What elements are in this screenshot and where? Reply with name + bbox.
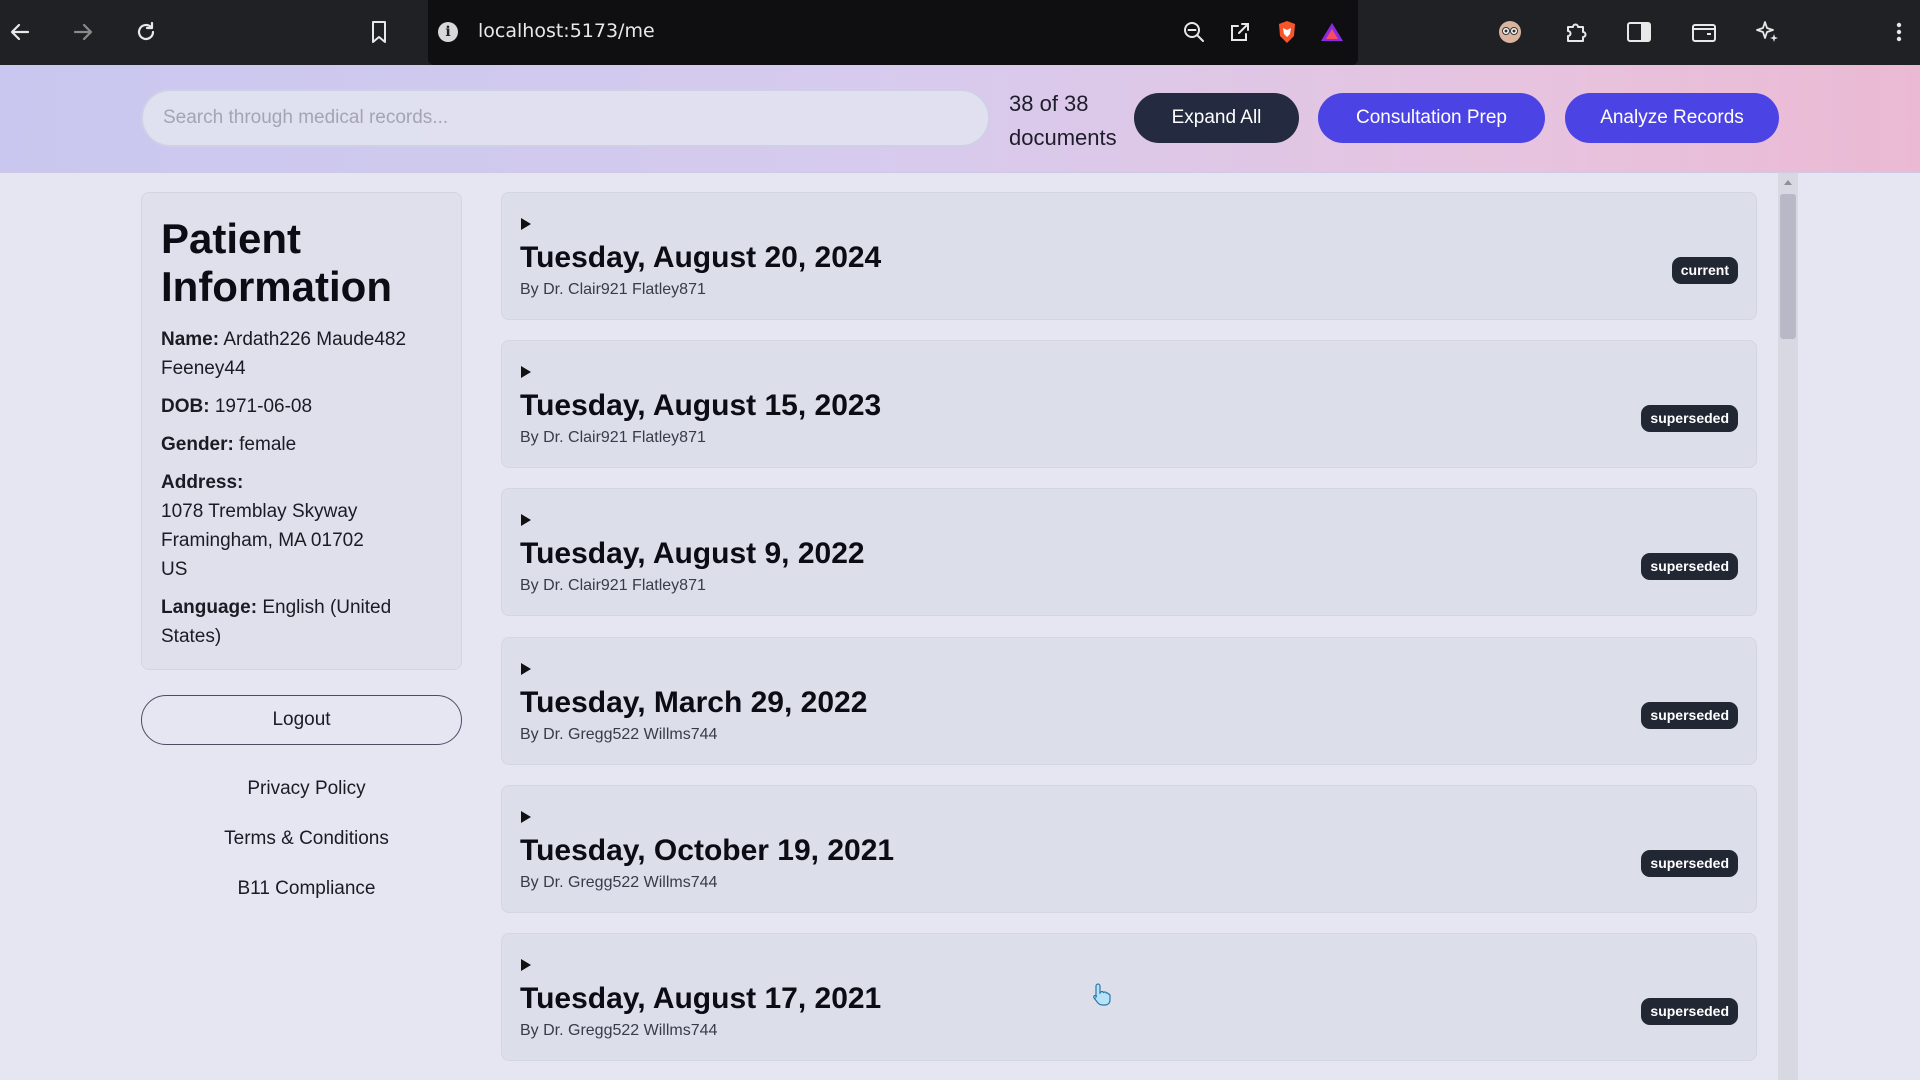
kebab-menu-icon[interactable] [1880, 13, 1918, 51]
wallet-icon[interactable] [1685, 13, 1723, 51]
record-author: By Dr. Gregg522 Willms744 [520, 726, 718, 743]
record-card[interactable]: Tuesday, August 15, 2023 By Dr. Clair921… [501, 340, 1757, 468]
dob-label: DOB: [161, 396, 210, 417]
record-author: By Dr. Clair921 Flatley871 [520, 429, 706, 446]
privacy-policy-link[interactable]: Privacy Policy [141, 778, 472, 800]
patient-gender: Gender: female [161, 430, 442, 459]
record-author: By Dr. Clair921 Flatley871 [520, 281, 706, 298]
back-arrow-icon[interactable] [0, 12, 40, 52]
leo-ai-icon[interactable] [1748, 13, 1786, 51]
patient-dob: DOB: 1971-06-08 [161, 392, 442, 421]
status-badge: superseded [1641, 702, 1738, 729]
record-date: Tuesday, August 15, 2023 [520, 389, 882, 422]
records-list: Tuesday, August 20, 2024 By Dr. Clair921… [501, 192, 1757, 1080]
expand-triangle-icon[interactable] [519, 217, 533, 231]
zoom-out-icon[interactable] [1175, 13, 1213, 51]
extension-avatar-icon[interactable] [1491, 13, 1529, 51]
address-line-2: Framingham, MA 01702 [161, 530, 364, 551]
consultation-prep-button[interactable]: Consultation Prep [1318, 93, 1545, 143]
expand-triangle-icon[interactable] [519, 662, 533, 676]
record-author: By Dr. Gregg522 Willms744 [520, 1022, 718, 1039]
language-label: Language: [161, 597, 258, 618]
expand-triangle-icon[interactable] [519, 958, 533, 972]
record-date: Tuesday, October 19, 2021 [520, 834, 895, 867]
name-label: Name: [161, 329, 220, 350]
share-icon[interactable] [1221, 13, 1259, 51]
logout-button[interactable]: Logout [141, 695, 462, 745]
browser-toolbar: i localhost:5173/me [0, 0, 1920, 65]
status-badge: superseded [1641, 405, 1738, 432]
record-date: Tuesday, March 29, 2022 [520, 686, 868, 719]
reload-icon[interactable] [126, 12, 166, 52]
status-badge: superseded [1641, 850, 1738, 877]
address-line-1: 1078 Tremblay Skyway [161, 501, 358, 522]
patient-name: Name: Ardath226 Maude482 Feeney44 [161, 325, 442, 383]
record-card[interactable]: Tuesday, August 20, 2024 By Dr. Clair921… [501, 192, 1757, 320]
record-date: Tuesday, August 9, 2022 [520, 537, 865, 570]
patient-address: Address: 1078 Tremblay Skyway Framingham… [161, 468, 442, 584]
record-author: By Dr. Gregg522 Willms744 [520, 874, 718, 891]
patient-info-title: Patient Information [161, 215, 392, 310]
expand-triangle-icon[interactable] [519, 810, 533, 824]
status-badge: current [1671, 257, 1738, 284]
record-card[interactable]: Tuesday, August 17, 2021 By Dr. Gregg522… [501, 933, 1757, 1061]
status-badge: superseded [1641, 998, 1738, 1025]
sidebar-toggle-icon[interactable] [1620, 13, 1658, 51]
site-info-icon[interactable]: i [438, 22, 458, 42]
app-header: 38 of 38 documents Expand All Consultati… [0, 65, 1920, 173]
brave-shield-icon[interactable] [1268, 13, 1306, 51]
url-text[interactable]: localhost:5173/me [478, 20, 655, 42]
record-author: By Dr. Clair921 Flatley871 [520, 577, 706, 594]
record-card[interactable]: Tuesday, August 9, 2022 By Dr. Clair921 … [501, 488, 1757, 616]
forward-arrow-icon[interactable] [63, 12, 103, 52]
scroll-up-arrow-icon[interactable] [1784, 180, 1792, 185]
record-card[interactable]: Tuesday, October 19, 2021 By Dr. Gregg52… [501, 785, 1757, 913]
gender-value: female [239, 434, 297, 455]
patient-info-card: Patient Information Name: Ardath226 Maud… [141, 192, 462, 670]
address-label: Address: [161, 472, 244, 493]
terms-conditions-link[interactable]: Terms & Conditions [141, 828, 472, 850]
b11-compliance-link[interactable]: B11 Compliance [141, 878, 472, 900]
document-count: 38 of 38 documents [1009, 91, 1117, 150]
bookmark-icon[interactable] [359, 12, 399, 52]
status-badge: superseded [1641, 553, 1738, 580]
gender-label: Gender: [161, 434, 234, 455]
address-line-3: US [161, 559, 188, 580]
brave-rewards-icon[interactable] [1313, 13, 1351, 51]
dob-value: 1971-06-08 [214, 396, 313, 417]
analyze-records-button[interactable]: Analyze Records [1565, 93, 1779, 143]
expand-all-button[interactable]: Expand All [1134, 93, 1299, 143]
scrollbar-thumb[interactable] [1780, 194, 1796, 339]
search-input[interactable] [141, 89, 990, 147]
expand-triangle-icon[interactable] [519, 365, 533, 379]
hand-cursor-icon [1093, 983, 1111, 1006]
record-date: Tuesday, August 20, 2024 [520, 241, 882, 274]
expand-triangle-icon[interactable] [519, 513, 533, 527]
puzzle-extensions-icon[interactable] [1557, 13, 1595, 51]
patient-language: Language: English (United States) [161, 593, 442, 651]
record-card[interactable]: Tuesday, March 29, 2022 By Dr. Gregg522 … [501, 637, 1757, 765]
record-date: Tuesday, August 17, 2021 [520, 982, 882, 1015]
